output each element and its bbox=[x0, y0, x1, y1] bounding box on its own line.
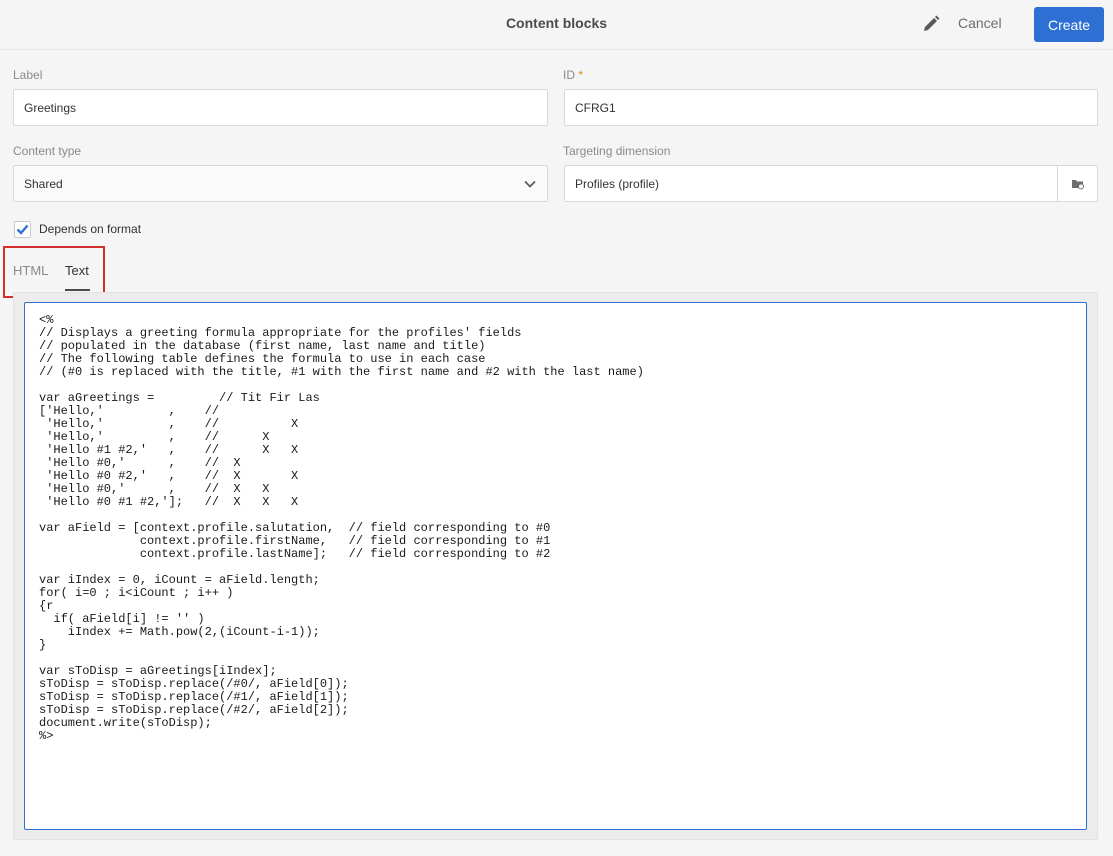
code-editor[interactable]: <% // Displays a greeting formula approp… bbox=[24, 302, 1087, 830]
label-input-value: Greetings bbox=[24, 100, 77, 115]
targeting-picker-button[interactable] bbox=[1057, 166, 1097, 201]
cancel-button[interactable]: Cancel bbox=[958, 15, 1002, 31]
content-type-caption: Content type bbox=[13, 144, 82, 158]
create-button[interactable]: Create bbox=[1034, 7, 1104, 42]
id-caption: ID * bbox=[563, 68, 583, 82]
pencil-icon[interactable] bbox=[920, 13, 942, 35]
targeting-input[interactable]: Profiles (profile) bbox=[564, 165, 1098, 202]
code-content: <% // Displays a greeting formula approp… bbox=[39, 313, 644, 743]
page-title: Content blocks bbox=[505, 15, 608, 31]
chevron-down-icon bbox=[524, 180, 536, 188]
content-type-value: Shared bbox=[24, 176, 63, 191]
header-bar: Content blocks Cancel Create bbox=[0, 0, 1113, 50]
id-input[interactable]: CFRG1 bbox=[564, 89, 1098, 126]
tabs-highlight-box bbox=[3, 246, 105, 298]
label-caption: Label bbox=[13, 68, 43, 82]
content-type-select[interactable]: Shared bbox=[13, 165, 548, 202]
id-input-value: CFRG1 bbox=[575, 100, 616, 115]
folder-picker-icon bbox=[1071, 179, 1084, 189]
id-caption-text: ID bbox=[563, 68, 575, 82]
required-marker: * bbox=[578, 68, 584, 82]
targeting-value: Profiles (profile) bbox=[575, 176, 660, 191]
checkmark-icon bbox=[16, 224, 29, 235]
targeting-caption: Targeting dimension bbox=[563, 144, 671, 158]
depends-on-format-label: Depends on format bbox=[39, 222, 142, 236]
label-input[interactable]: Greetings bbox=[13, 89, 548, 126]
depends-on-format-checkbox[interactable] bbox=[14, 221, 31, 238]
